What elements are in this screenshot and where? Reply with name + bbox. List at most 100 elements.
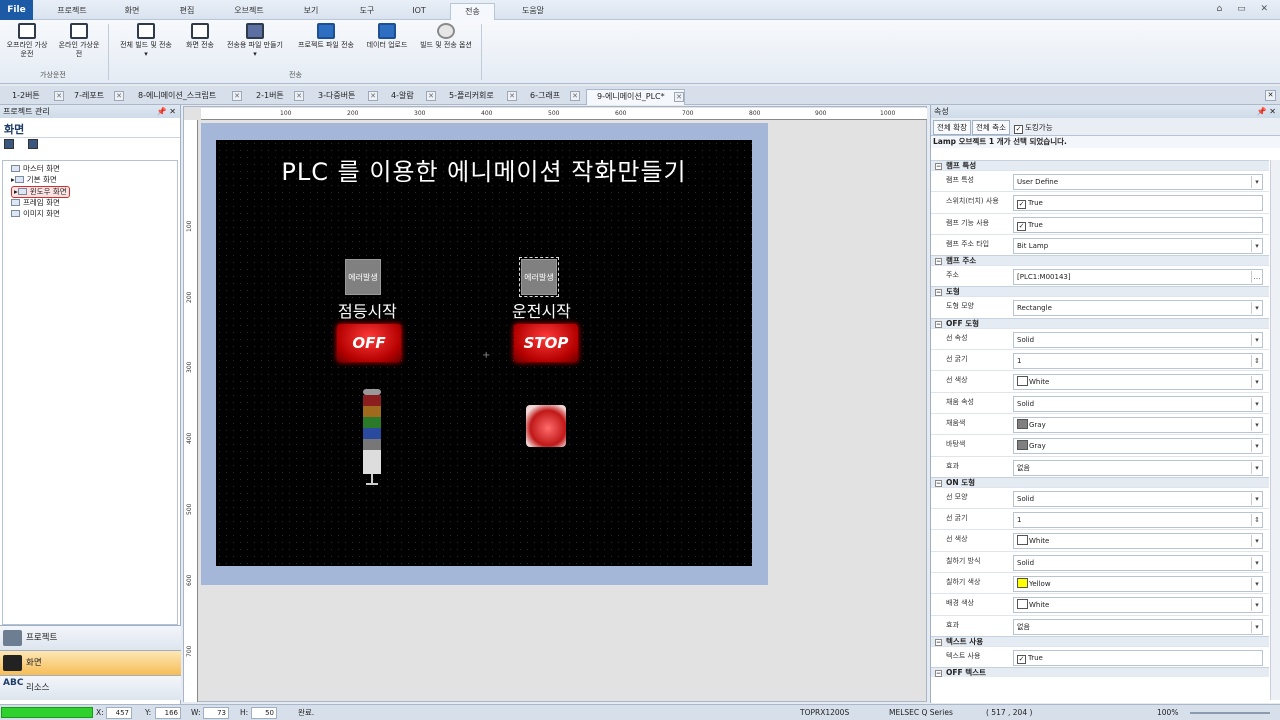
close-icon[interactable]: ✕ [114, 91, 124, 101]
property-category[interactable]: − 도형 [931, 286, 1269, 297]
close-icon[interactable]: ✕ [674, 92, 684, 102]
property-category[interactable]: − 램프 특성 [931, 160, 1269, 170]
close-icon[interactable]: ✕ [570, 91, 580, 101]
dropdown-arrow-icon[interactable]: ▾ [1251, 376, 1262, 389]
property-value[interactable]: Solid ▾ [1013, 490, 1263, 507]
property-value[interactable]: White ▾ [1013, 533, 1263, 550]
tower-lamp-icon[interactable] [361, 389, 383, 487]
dropdown-arrow-icon[interactable]: ▾ [1251, 333, 1262, 346]
doc-tab[interactable]: 7-레포트 ✕ [64, 89, 124, 105]
property-value[interactable]: 1 ⇕ [1013, 353, 1263, 370]
error-lamp-2-selected[interactable]: 에러발생 [519, 257, 559, 297]
build-transfer-all-button[interactable]: 전체 빌드 및 전송 ▾ [114, 23, 178, 59]
properties-scrollbar[interactable] [1270, 160, 1280, 700]
close-icon[interactable]: ✕ [54, 91, 64, 101]
property-value[interactable]: Gray ▾ [1013, 438, 1263, 455]
property-value[interactable]: 없음 ▾ [1013, 618, 1263, 635]
dropdown-arrow-icon[interactable]: ▾ [1251, 302, 1262, 315]
x-field[interactable]: 457 [106, 707, 132, 719]
menu-tab-screen[interactable]: 화면 [117, 3, 147, 20]
close-icon[interactable]: ✕ [232, 91, 242, 101]
close-icon[interactable]: ✕ [294, 91, 304, 101]
project-file-transfer-button[interactable]: 프로젝트 파일 전송 [292, 23, 360, 50]
nav-screen[interactable]: 화면 [0, 650, 181, 675]
dropdown-arrow-icon[interactable]: ▾ [1251, 440, 1262, 453]
property-value[interactable]: [PLC1:M00143]… [1013, 269, 1263, 286]
docking-checkbox[interactable]: ✓ 도킹가능 [1014, 122, 1053, 134]
doc-tab[interactable]: 1-2버튼 ✕ [2, 89, 64, 105]
dropdown-arrow-icon[interactable]: ▾ [1251, 535, 1262, 548]
pin-close-icon[interactable]: 📌 ✕ [1257, 105, 1276, 118]
dropdown-arrow-icon[interactable]: ▾ [1251, 599, 1262, 612]
dropdown-arrow-icon[interactable]: ▾ [1251, 556, 1262, 569]
pin-close-icon[interactable]: 📌 ✕ [157, 105, 176, 118]
property-category[interactable]: − ON 도형 [931, 476, 1269, 487]
property-value[interactable]: User Define ▾ [1013, 174, 1263, 190]
property-value[interactable]: Solid ▾ [1013, 554, 1263, 571]
grid-view-icon[interactable] [28, 139, 38, 149]
dropdown-arrow-icon[interactable]: ▾ [1251, 492, 1262, 505]
collapse-icon[interactable]: − [935, 670, 942, 678]
off-button[interactable]: OFF [337, 324, 401, 362]
property-category[interactable]: − 텍스트 사용 [931, 635, 1269, 646]
stop-button[interactable]: STOP [514, 324, 578, 362]
collapse-icon[interactable]: − [935, 479, 942, 487]
checkbox-icon[interactable]: ✓ [1017, 654, 1026, 664]
tree-item[interactable]: 마스터 화면 [11, 164, 60, 174]
property-category[interactable]: − 램프 주소 [931, 255, 1269, 266]
screen-title[interactable]: PLC 를 이용한 에니메이션 작화만들기 [216, 152, 752, 187]
doc-tab[interactable]: 4-알람 ✕ [381, 89, 436, 105]
tree-item[interactable]: 프레임 화면 [11, 198, 60, 208]
screen-transfer-button[interactable]: 화면 전송 [181, 23, 219, 50]
y-field[interactable]: 166 [155, 707, 181, 719]
tree-item[interactable]: 이미지 화면 [11, 209, 60, 219]
alarm-siren-icon[interactable] [526, 405, 566, 447]
menu-tab-project[interactable]: 프로젝트 [52, 3, 92, 20]
doc-tab-active[interactable]: 9-에니메이션_PLC* ✕ [586, 89, 685, 105]
checkbox-icon[interactable]: ✓ [1017, 221, 1026, 231]
property-value[interactable]: ✓ True [1013, 216, 1263, 233]
menu-file[interactable]: File [0, 0, 33, 20]
dropdown-arrow-icon[interactable]: ▾ [1251, 461, 1262, 474]
menu-tab-view[interactable]: 보기 [296, 3, 326, 20]
run-start-label[interactable]: 운전시작 [512, 298, 571, 322]
property-category[interactable]: − OFF 도형 [931, 317, 1269, 328]
collapse-icon[interactable]: − [935, 320, 942, 328]
list-view-icon[interactable] [4, 139, 14, 149]
nav-resource[interactable]: ABC 리소스 [0, 675, 181, 700]
lighting-start-label[interactable]: 점등시작 [338, 298, 397, 322]
dropdown-arrow-icon[interactable]: ▾ [1251, 397, 1262, 410]
property-value[interactable]: Bit Lamp ▾ [1013, 237, 1263, 254]
property-value[interactable]: White ▾ [1013, 374, 1263, 391]
property-value[interactable]: 1 ⇕ [1013, 512, 1263, 529]
doc-tab[interactable]: 2-1버튼 ✕ [246, 89, 304, 105]
menu-tab-help[interactable]: 도움말 [513, 3, 553, 20]
doc-tab[interactable]: 5-플리커회로 ✕ [439, 89, 517, 105]
dropdown-arrow-icon[interactable]: ▾ [1251, 418, 1262, 431]
collapse-icon[interactable]: − [935, 638, 942, 646]
menu-tab-iot[interactable]: IOT [404, 3, 434, 20]
data-upload-button[interactable]: 데이터 업로드 [362, 23, 412, 50]
collapse-icon[interactable]: − [935, 258, 942, 266]
dropdown-arrow-icon[interactable]: ▾ [1251, 578, 1262, 591]
doc-tab[interactable]: 6-그래프 ✕ [520, 89, 580, 105]
spinner-icon[interactable]: ⇕ [1251, 355, 1262, 368]
build-transfer-options-button[interactable]: 빌드 및 전송 옵션 [414, 23, 478, 50]
collapse-all-button[interactable]: 전체 축소 [972, 120, 1010, 135]
nav-project[interactable]: 프로젝트 [0, 625, 181, 650]
collapse-icon[interactable]: − [935, 289, 942, 297]
menu-tab-object[interactable]: 오브젝트 [229, 3, 269, 20]
property-value[interactable]: ✓ True [1013, 195, 1263, 212]
h-field[interactable]: 50 [251, 707, 277, 719]
tree-item-selected[interactable]: ▸ 윈도우 화면 [11, 186, 70, 198]
property-value[interactable]: ✓ True [1013, 649, 1263, 666]
property-value[interactable]: Solid ▾ [1013, 395, 1263, 412]
checkbox-icon[interactable]: ✓ [1017, 200, 1026, 210]
menu-tab-tools[interactable]: 도구 [352, 3, 382, 20]
expand-all-button[interactable]: 전체 확장 [933, 120, 971, 135]
collapse-icon[interactable]: − [935, 163, 942, 170]
close-icon[interactable]: ✕ [368, 91, 378, 101]
close-icon[interactable]: ✕ [507, 91, 517, 101]
tree-item[interactable]: ▸ 기본 화면 [11, 175, 57, 185]
doc-tab[interactable]: 8-에니메이션_스크립트 ✕ [128, 89, 242, 105]
